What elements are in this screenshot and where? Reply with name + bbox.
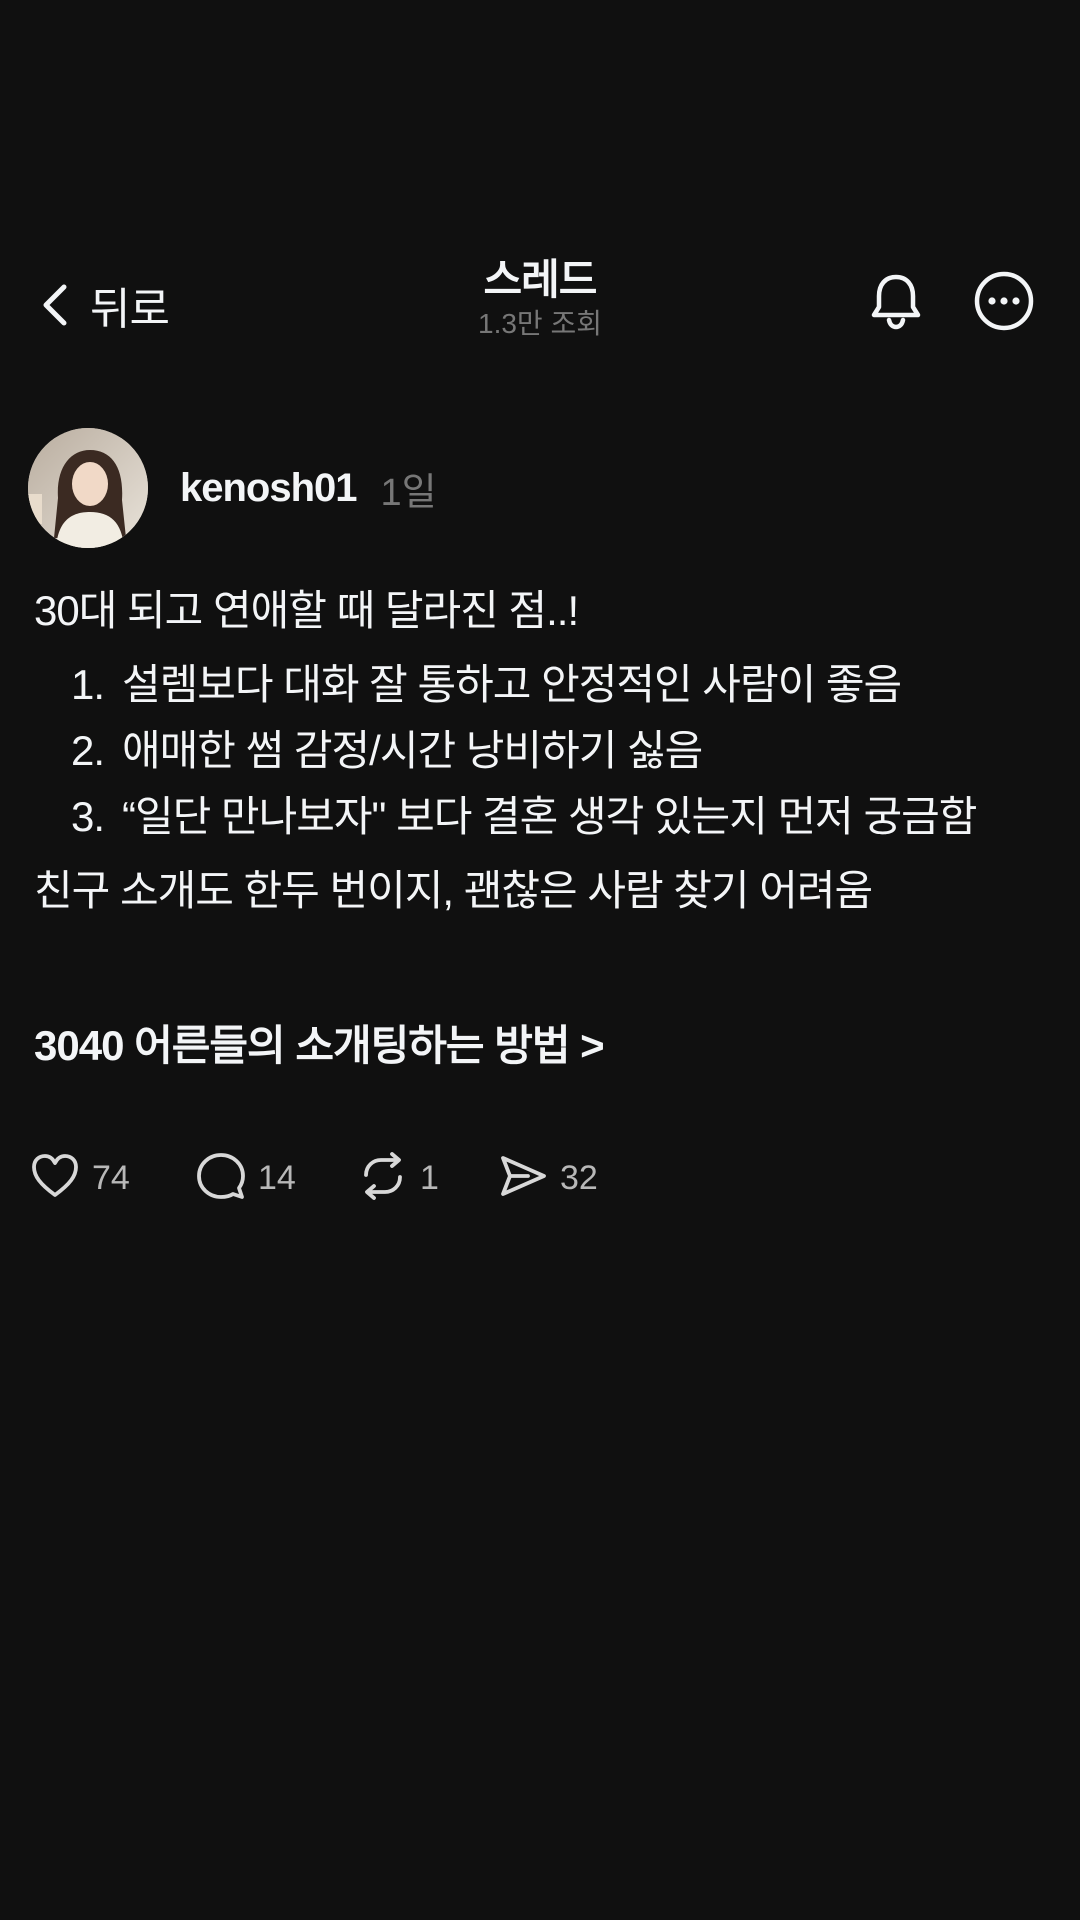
top-bar: 뒤로 스레드 1.3만 조회 [0,255,1080,355]
comment-count: 14 [258,1158,296,1197]
repost-button[interactable]: 1 [358,1151,498,1206]
list-number: 3. [70,793,105,840]
list-number: 2. [70,727,105,774]
post-outro: 친구 소개도 한두 번이지, 괜찮은 사람 찾기 어려움 [34,867,873,914]
send-icon [498,1151,548,1206]
more-circle-icon [972,271,1036,337]
bell-icon [864,274,928,337]
heart-icon [30,1151,80,1206]
list-item: 2. 애매한 썸 감정/시간 낭비하기 싫음 [34,718,1044,784]
list-item: 3. “일단 만나보자" 보다 결혼 생각 있는지 먼저 궁금함 [34,784,1044,850]
post-body: 30대 되고 연애할 때 달라진 점..! 1. 설렘보다 대화 잘 통하고 안… [34,580,1044,922]
post-actions: 74 14 1 32 [30,1150,618,1206]
comment-bubble-icon [196,1151,246,1206]
like-count: 74 [92,1158,130,1197]
list-text: 설렘보다 대화 잘 통하고 안정적인 사람이 좋음 [122,661,902,708]
comment-button[interactable]: 14 [196,1151,358,1206]
list-text: “일단 만나보자" 보다 결혼 생각 있는지 먼저 궁금함 [122,793,977,840]
post-link[interactable]: 3040 어른들의 소개팅하는 방법 > [34,1012,605,1073]
share-button[interactable]: 32 [498,1151,618,1206]
more-options-button[interactable] [972,269,1036,333]
repost-icon [358,1151,408,1206]
share-count: 32 [560,1158,598,1197]
post-time: 1일 [380,471,437,514]
list-item: 1. 설렘보다 대화 잘 통하고 안정적인 사람이 좋음 [34,652,1044,718]
list-text: 애매한 썸 감정/시간 낭비하기 싫음 [122,727,703,774]
post-author-row: kenosh01 1일 [28,428,437,548]
post-intro: 30대 되고 연애할 때 달라진 점..! [34,587,579,634]
author-username[interactable]: kenosh01 [180,466,358,511]
list-number: 1. [70,661,105,708]
notification-button[interactable] [864,269,928,333]
avatar[interactable] [28,428,148,548]
post-list: 1. 설렘보다 대화 잘 통하고 안정적인 사람이 좋음 2. 애매한 썸 감정… [34,652,1044,850]
like-button[interactable]: 74 [30,1151,196,1206]
repost-count: 1 [420,1158,439,1197]
